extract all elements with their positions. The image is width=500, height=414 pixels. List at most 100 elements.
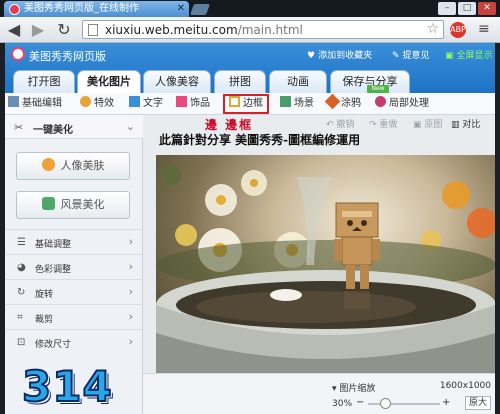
redo-label: 重做 bbox=[379, 120, 398, 130]
tab-portrait[interactable]: 人像美容 bbox=[143, 70, 211, 93]
tool-border-label: 边框 bbox=[243, 98, 263, 109]
one-click-beautify-header[interactable]: ✂ 一键美化 ⌄ bbox=[5, 115, 143, 139]
original-button[interactable]: ▣ 原图 bbox=[413, 117, 442, 130]
face-icon bbox=[41, 158, 55, 171]
browser-menu-icon[interactable]: ≡ bbox=[478, 21, 490, 37]
url-text: xiuxiu.web.meitu.com/main.html bbox=[105, 23, 303, 37]
brush-icon bbox=[324, 93, 341, 110]
chevron-right-icon: › bbox=[128, 285, 133, 298]
row-resize[interactable]: ⊡ 修改尺寸 › bbox=[5, 329, 143, 354]
landscape-beautify-button[interactable]: 风景美化 bbox=[16, 191, 130, 219]
row-crop-label: 裁剪 bbox=[35, 315, 54, 325]
row-rotate-label: 旋转 bbox=[35, 290, 54, 300]
maximize-button[interactable]: □ bbox=[458, 2, 476, 15]
row-rotate[interactable]: ↻ 旋转 › bbox=[5, 279, 143, 304]
tool-doodle[interactable]: 涂鸦 bbox=[324, 93, 361, 112]
zoom-label-text: 图片缩放 bbox=[339, 384, 376, 394]
zoom-slider-knob[interactable] bbox=[380, 398, 392, 409]
minimize-button[interactable]: – bbox=[438, 2, 456, 15]
new-badge: New bbox=[367, 85, 389, 93]
app-header: 美图秀秀网页版 ♥添加到收藏夹 ✎提意见 ▣全屏显示 打开图片 美化图片 人像美… bbox=[5, 43, 495, 110]
app-title: 美图秀秀网页版 bbox=[29, 50, 106, 63]
tool-local-label: 局部处理 bbox=[389, 98, 429, 109]
sliders-icon: ☰ bbox=[17, 237, 26, 248]
tool-doodle-label: 涂鸦 bbox=[341, 98, 361, 109]
tool-scene[interactable]: 场景 bbox=[280, 96, 314, 112]
danbo-photo bbox=[156, 165, 495, 373]
original-size-button[interactable]: 原大 bbox=[465, 396, 491, 410]
chevron-right-icon: › bbox=[128, 260, 133, 273]
compare-label: 对比 bbox=[462, 120, 481, 130]
row-color-adjust[interactable]: ◕ 色彩调整 › bbox=[5, 254, 143, 279]
local-edit-icon bbox=[375, 96, 386, 107]
redo-button[interactable]: ↷ 重做 bbox=[369, 117, 397, 130]
tool-basic-edit[interactable]: 基础编辑 bbox=[8, 96, 62, 112]
photo-canvas[interactable] bbox=[156, 155, 495, 373]
tool-accessories[interactable]: 饰品 bbox=[176, 96, 210, 112]
add-favorite-link[interactable]: ♥ 添加到收藏夹 bbox=[307, 48, 372, 61]
tab-title: 美图秀秀网页版_在线制作 bbox=[24, 3, 139, 14]
zoom-slider-track[interactable] bbox=[368, 403, 440, 405]
row-resize-label: 修改尺寸 bbox=[35, 340, 72, 350]
tool-effects[interactable]: 特效 bbox=[80, 96, 114, 112]
tool-local[interactable]: 局部处理 bbox=[375, 96, 429, 112]
edit-icon: ✎ bbox=[392, 51, 400, 61]
undo-button[interactable]: ↶ 撤销 bbox=[326, 117, 354, 130]
row-color-adjust-label: 色彩调整 bbox=[35, 265, 72, 275]
forward-icon[interactable]: ▶ bbox=[28, 20, 48, 40]
overlay-subtitle: 此篇針對分享 美圖秀秀-圖框編修運用 bbox=[159, 133, 361, 147]
feedback-link[interactable]: ✎ 提意见 bbox=[392, 48, 430, 61]
palette-icon: ◕ bbox=[17, 262, 26, 273]
tab-beautify[interactable]: 美化图片 bbox=[77, 70, 141, 94]
zoom-label: ▾ 图片缩放 bbox=[332, 384, 376, 394]
fullscreen-label: 全屏显示 bbox=[456, 51, 493, 61]
zoom-in-button[interactable]: + bbox=[442, 397, 450, 408]
zoom-bar: ▾ 图片缩放 1600x1000 30% − + 原大 bbox=[143, 373, 495, 414]
canvas-area: ↶ 撤销 ↷ 重做 ▣ 原图 ▥ 对比 ▾ 图片缩放 1600x1000 30%… bbox=[143, 115, 495, 414]
landscape-icon bbox=[41, 197, 55, 210]
bookmark-star-icon[interactable]: ☆ bbox=[426, 21, 439, 37]
tool-text[interactable]: 文字 bbox=[129, 96, 163, 112]
browser-tab[interactable]: 美图秀秀网页版_在线制作 ✕ bbox=[4, 1, 189, 17]
original-label: 原图 bbox=[424, 120, 443, 130]
fullscreen-link[interactable]: ▣ 全屏显示 bbox=[445, 48, 493, 61]
tool-effects-label: 特效 bbox=[94, 98, 114, 109]
new-tab-button[interactable] bbox=[189, 4, 211, 15]
tab-animation[interactable]: 动画 bbox=[269, 70, 327, 93]
basic-edit-icon bbox=[8, 96, 19, 107]
undo-label: 撤销 bbox=[336, 120, 355, 130]
add-favorite-label: 添加到收藏夹 bbox=[318, 51, 373, 61]
tool-scene-label: 场景 bbox=[294, 98, 314, 109]
rotate-icon: ↻ bbox=[17, 287, 26, 298]
landscape-beautify-label: 风景美化 bbox=[60, 198, 105, 211]
image-size: 1600x1000 bbox=[439, 381, 491, 391]
zoom-out-button[interactable]: − bbox=[356, 397, 364, 408]
address-bar[interactable]: xiuxiu.web.meitu.com/main.html ☆ bbox=[82, 20, 444, 39]
row-crop[interactable]: ⌗ 裁剪 › bbox=[5, 304, 143, 329]
tool-accessories-label: 饰品 bbox=[190, 98, 210, 109]
close-window-button[interactable]: ✕ bbox=[478, 2, 496, 15]
window-controls: – □ ✕ bbox=[438, 2, 496, 15]
canvas-toolbar: ↶ 撤销 ↷ 重做 ▣ 原图 ▥ 对比 bbox=[143, 115, 495, 131]
portrait-skin-label: 人像美肤 bbox=[60, 159, 105, 172]
tab-close-icon[interactable]: ✕ bbox=[177, 1, 185, 17]
back-icon[interactable]: ◀ bbox=[4, 20, 24, 40]
tab-collage[interactable]: 拼图 bbox=[214, 70, 266, 93]
url-path: /main.html bbox=[237, 23, 303, 37]
beautify-tools: 基础编辑 特效 文字 饰品 边框 场景 涂鸦 局部处理 bbox=[5, 93, 495, 115]
tool-text-label: 文字 bbox=[143, 98, 163, 109]
row-basic-adjust[interactable]: ☰ 基础调整 › bbox=[5, 229, 143, 254]
chevron-down-icon: ⌄ bbox=[125, 120, 135, 133]
adblock-extension-icon[interactable]: ABP bbox=[450, 22, 466, 38]
tool-border[interactable]: 边框 bbox=[223, 94, 269, 114]
compare-button[interactable]: ▥ 对比 bbox=[451, 117, 480, 130]
reload-icon[interactable]: ↻ bbox=[54, 20, 74, 40]
tool-basic-edit-label: 基础编辑 bbox=[22, 98, 62, 109]
resize-icon: ⊡ bbox=[17, 337, 26, 348]
portrait-skin-button[interactable]: 人像美肤 bbox=[16, 152, 130, 180]
row-basic-adjust-label: 基础调整 bbox=[35, 240, 72, 250]
meitu-app: 美图秀秀网页版 ♥添加到收藏夹 ✎提意见 ▣全屏显示 打开图片 美化图片 人像美… bbox=[5, 43, 495, 414]
tab-open-image[interactable]: 打开图片 bbox=[13, 70, 75, 110]
chevron-right-icon: › bbox=[128, 335, 133, 348]
bow-icon bbox=[176, 96, 187, 107]
